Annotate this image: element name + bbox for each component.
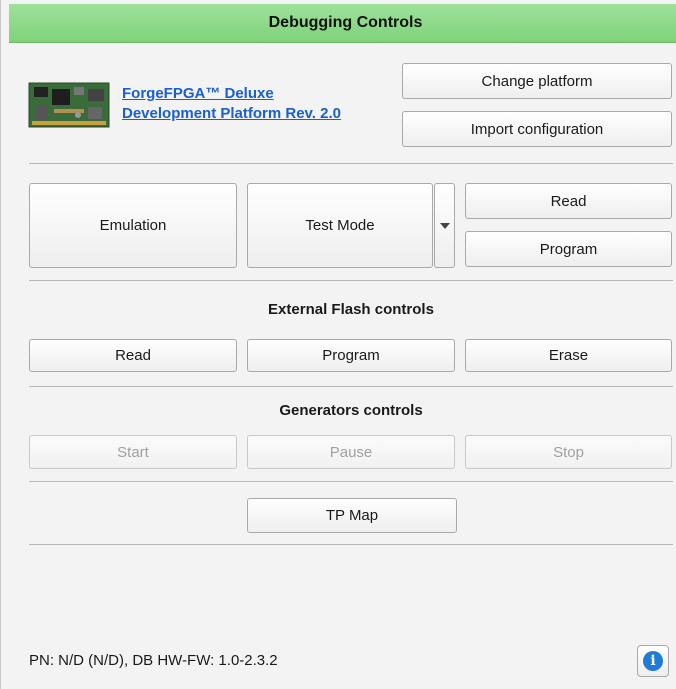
change-platform-button[interactable]: Change platform xyxy=(402,63,672,99)
test-mode-button[interactable]: Test Mode xyxy=(247,183,433,268)
debugging-controls-panel: Debugging Controls ForgeFPGA™ Deluxe Dev… xyxy=(0,0,676,689)
flash-read-button[interactable]: Read xyxy=(29,339,237,372)
mode-read-button[interactable]: Read xyxy=(465,183,672,219)
separator xyxy=(29,544,673,545)
status-text: PN: N/D (N/D), DB HW-FW: 1.0-2.3.2 xyxy=(29,652,278,669)
panel-title: Debugging Controls xyxy=(9,4,676,43)
generator-start-button[interactable]: Start xyxy=(29,435,237,469)
info-icon: i xyxy=(643,651,663,671)
external-flash-title: External Flash controls xyxy=(268,301,434,318)
mode-program-button[interactable]: Program xyxy=(465,231,672,267)
separator xyxy=(29,163,673,164)
separator xyxy=(29,386,673,387)
test-mode-dropdown[interactable] xyxy=(434,183,455,268)
platform-link-line1[interactable]: ForgeFPGA™ Deluxe xyxy=(122,84,382,104)
generator-stop-button[interactable]: Stop xyxy=(465,435,672,469)
platform-link[interactable]: ForgeFPGA™ Deluxe Development Platform R… xyxy=(122,84,382,124)
chevron-down-icon xyxy=(439,222,450,229)
fpga-board-image xyxy=(28,75,110,135)
tp-map-button[interactable]: TP Map xyxy=(247,498,457,533)
flash-program-button[interactable]: Program xyxy=(247,339,455,372)
emulation-button[interactable]: Emulation xyxy=(29,183,237,268)
info-button[interactable]: i xyxy=(637,645,669,677)
platform-link-line2[interactable]: Development Platform Rev. 2.0 xyxy=(122,104,382,124)
flash-erase-button[interactable]: Erase xyxy=(465,339,672,372)
separator xyxy=(29,280,673,281)
generators-title: Generators controls xyxy=(279,402,423,419)
import-configuration-button[interactable]: Import configuration xyxy=(402,111,672,147)
separator xyxy=(29,481,673,482)
generator-pause-button[interactable]: Pause xyxy=(247,435,455,469)
